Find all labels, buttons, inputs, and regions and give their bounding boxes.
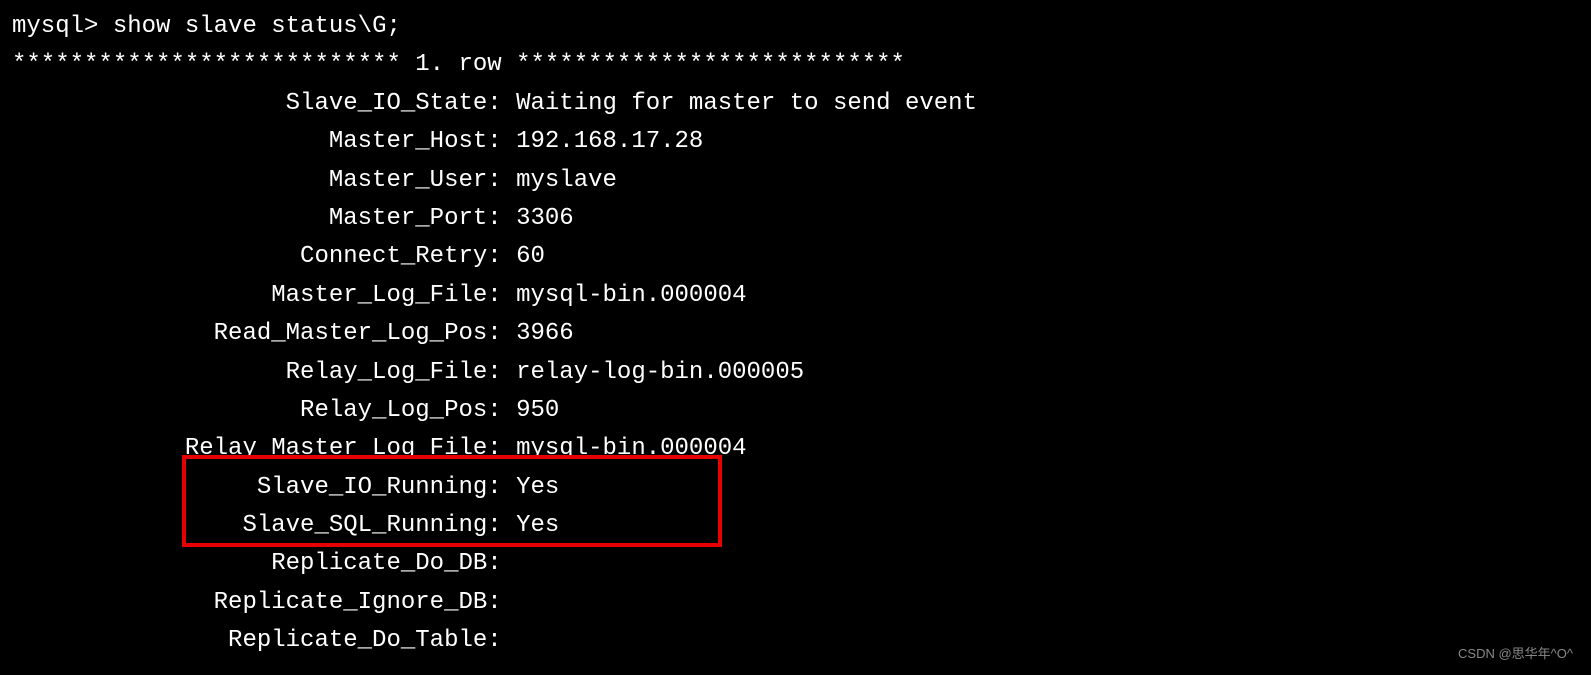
status-value: 192.168.17.28 [516, 128, 703, 155]
status-row: Slave_IO_Running: Yes [12, 469, 1579, 507]
status-value: mysql-bin.000004 [516, 282, 746, 309]
colon-separator: : [487, 167, 516, 194]
status-row: Master_User: myslave [12, 162, 1579, 200]
colon-separator: : [487, 589, 516, 616]
status-value: 3306 [516, 205, 574, 232]
watermark-text: CSDN @思华年^O^ [1458, 644, 1573, 665]
status-label: Master_Port [12, 205, 487, 232]
colon-separator: : [487, 397, 516, 424]
status-value: mysql-bin.000004 [516, 435, 746, 462]
status-label: Relay_Log_Pos [12, 397, 487, 424]
status-row: Relay_Log_Pos: 950 [12, 392, 1579, 430]
status-value: 950 [516, 397, 559, 424]
status-value: 60 [516, 243, 545, 270]
status-row: Slave_SQL_Running: Yes [12, 507, 1579, 545]
command-line[interactable]: mysql> show slave status\G; [12, 8, 1579, 46]
colon-separator: : [487, 128, 516, 155]
command-text: show slave status\G [113, 13, 387, 40]
status-label: Replicate_Do_Table [12, 627, 487, 654]
colon-separator: : [487, 550, 516, 577]
slave-status-output: Slave_IO_State: Waiting for master to se… [12, 85, 1579, 661]
status-label: Slave_SQL_Running [12, 512, 487, 539]
status-label: Relay_Master_Log_File [12, 435, 487, 462]
status-value: relay-log-bin.000005 [516, 359, 804, 386]
status-row: Relay_Log_File: relay-log-bin.000005 [12, 354, 1579, 392]
colon-separator: : [487, 205, 516, 232]
stars-right: *************************** [516, 51, 905, 78]
status-label: Replicate_Ignore_DB [12, 589, 487, 616]
status-row: Replicate_Do_Table: [12, 622, 1579, 660]
status-label: Slave_IO_State [12, 90, 487, 117]
colon-separator: : [487, 512, 516, 539]
colon-separator: : [487, 627, 516, 654]
row-separator: *************************** 1. row *****… [12, 46, 1579, 84]
status-row: Master_Log_File: mysql-bin.000004 [12, 277, 1579, 315]
status-value: 3966 [516, 320, 574, 347]
status-row: Master_Host: 192.168.17.28 [12, 123, 1579, 161]
status-value: Waiting for master to send event [516, 90, 977, 117]
status-label: Replicate_Do_DB [12, 550, 487, 577]
status-row: Replicate_Do_DB: [12, 545, 1579, 583]
status-label: Relay_Log_File [12, 359, 487, 386]
status-label: Master_User [12, 167, 487, 194]
mysql-prompt: mysql> [12, 13, 113, 40]
stars-left: *************************** [12, 51, 401, 78]
colon-separator: : [487, 90, 516, 117]
status-row: Master_Port: 3306 [12, 200, 1579, 238]
status-label: Master_Log_File [12, 282, 487, 309]
status-label: Slave_IO_Running [12, 474, 487, 501]
status-row: Read_Master_Log_Pos: 3966 [12, 315, 1579, 353]
colon-separator: : [487, 320, 516, 347]
colon-separator: : [487, 474, 516, 501]
status-value: myslave [516, 167, 617, 194]
colon-separator: : [487, 282, 516, 309]
colon-separator: : [487, 243, 516, 270]
status-value: Yes [516, 474, 559, 501]
status-row: Connect_Retry: 60 [12, 238, 1579, 276]
status-row: Slave_IO_State: Waiting for master to se… [12, 85, 1579, 123]
row-label: 1. row [401, 51, 516, 78]
status-value: Yes [516, 512, 559, 539]
colon-separator: : [487, 435, 516, 462]
status-row: Relay_Master_Log_File: mysql-bin.000004 [12, 430, 1579, 468]
command-suffix: ; [386, 13, 400, 40]
status-label: Connect_Retry [12, 243, 487, 270]
status-label: Master_Host [12, 128, 487, 155]
status-row: Replicate_Ignore_DB: [12, 584, 1579, 622]
colon-separator: : [487, 359, 516, 386]
status-label: Read_Master_Log_Pos [12, 320, 487, 347]
